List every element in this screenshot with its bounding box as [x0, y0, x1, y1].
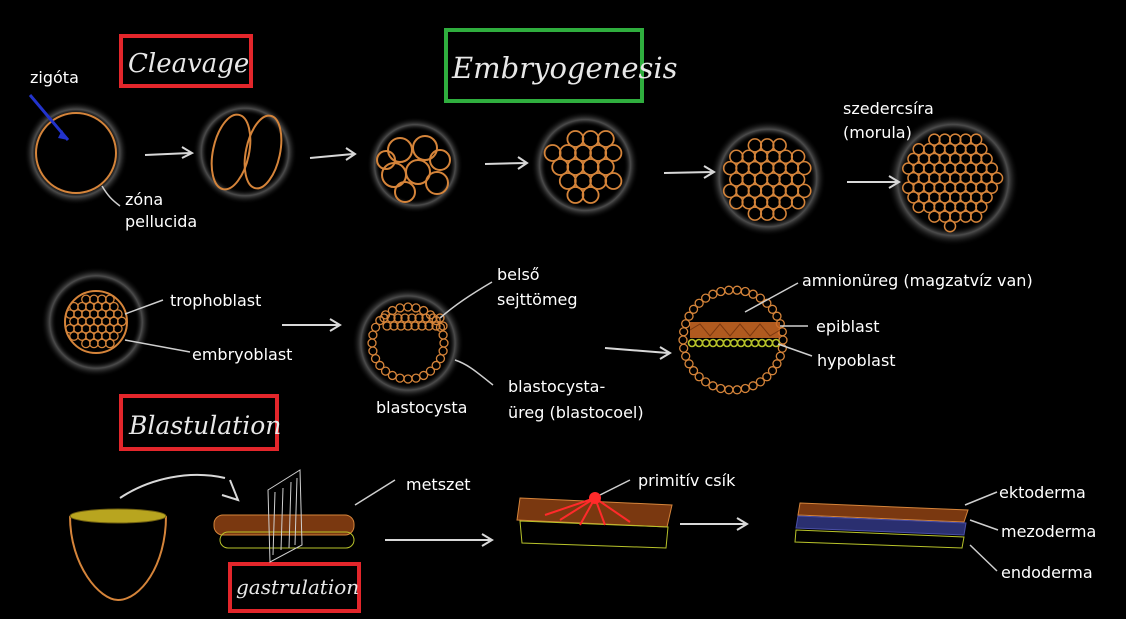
trophoblast-cell [748, 381, 758, 391]
label-amnionureg: amnionüreg (magzatvíz van) [802, 271, 1033, 290]
label-blastocysta: blastocysta [376, 398, 468, 417]
label-ektoderma: ektoderma [999, 483, 1086, 502]
trophoblast-cell [679, 343, 689, 353]
trophoblast-cell [775, 351, 785, 361]
trophoblast-cell [708, 289, 718, 299]
hypoblast-cell [736, 338, 746, 348]
trophoblast-cell [716, 383, 726, 394]
hypoblast-cell [771, 338, 781, 348]
diagram-canvas: Cleavage Embryogenesis Blastulation gast… [0, 0, 1126, 619]
label-sejttomeg: sejttömeg [497, 290, 578, 309]
label-embryoblast: embryoblast [192, 345, 293, 364]
label-mezoderma: mezoderma [1001, 522, 1097, 541]
label-blastocysta-ureg: blastocysta- [508, 377, 606, 396]
hypoblast-cell [687, 338, 697, 348]
hypoblast-cell [750, 338, 760, 348]
label-belso: belső [497, 265, 540, 284]
hypoblast-cell [708, 338, 718, 348]
label-epiblast: epiblast [816, 317, 880, 336]
label-endoderma: endoderma [1001, 563, 1093, 582]
trophoblast-cell [684, 359, 694, 369]
trophoblast-cell [724, 385, 734, 395]
label-zigota: zigóta [30, 68, 79, 87]
label-trophoblast: trophoblast [170, 291, 262, 310]
label-szedercsira: szedercsíra [843, 99, 934, 118]
hypoblast-cell [722, 338, 732, 348]
hypoblast-cell [764, 338, 774, 348]
trophoblast-cell [681, 351, 691, 361]
trophoblast-cell [732, 385, 742, 395]
primitive-streak-disc [516, 492, 673, 549]
trophoblast-cell [772, 311, 782, 321]
embryogenesis-title: Embryogenesis [451, 51, 678, 85]
trophoblast-cell [732, 285, 742, 295]
gastrulation-title: gastrulation [236, 575, 359, 599]
bilaminar-embryo [678, 285, 788, 395]
hypoblast-cell [694, 338, 704, 348]
trophoblast-cell [678, 335, 688, 345]
label-zona: zóna [125, 190, 164, 209]
yolk-sac-sketch [69, 473, 240, 602]
hypoblast-cell [743, 338, 753, 348]
trophoblast-cell [740, 383, 750, 394]
trophoblast-cell [681, 319, 691, 329]
label-morula: (morula) [843, 123, 912, 142]
hypoblast-cell [715, 338, 725, 348]
label-pellucida: pellucida [125, 212, 198, 231]
label-blastocoel: üreg (blastocoel) [508, 403, 644, 422]
label-hypoblast: hypoblast [817, 351, 896, 370]
hypoblast-cell [701, 338, 711, 348]
blastulation-arrows [282, 318, 672, 360]
sectioned-disc [213, 469, 355, 563]
label-metszet: metszet [406, 475, 471, 494]
hypoblast-cell [729, 338, 739, 348]
trophoblast-cell [740, 286, 750, 297]
trophoblast-cell [679, 327, 689, 337]
hypoblast-cell [757, 338, 767, 348]
trophoblast-cell [716, 286, 726, 297]
blastulation-title: Blastulation [128, 411, 281, 440]
cleavage-title: Cleavage [128, 49, 249, 79]
label-primitiv-csik: primitív csík [638, 471, 736, 490]
trophoblast-cell [724, 285, 734, 295]
trilaminar-disc [794, 502, 969, 549]
